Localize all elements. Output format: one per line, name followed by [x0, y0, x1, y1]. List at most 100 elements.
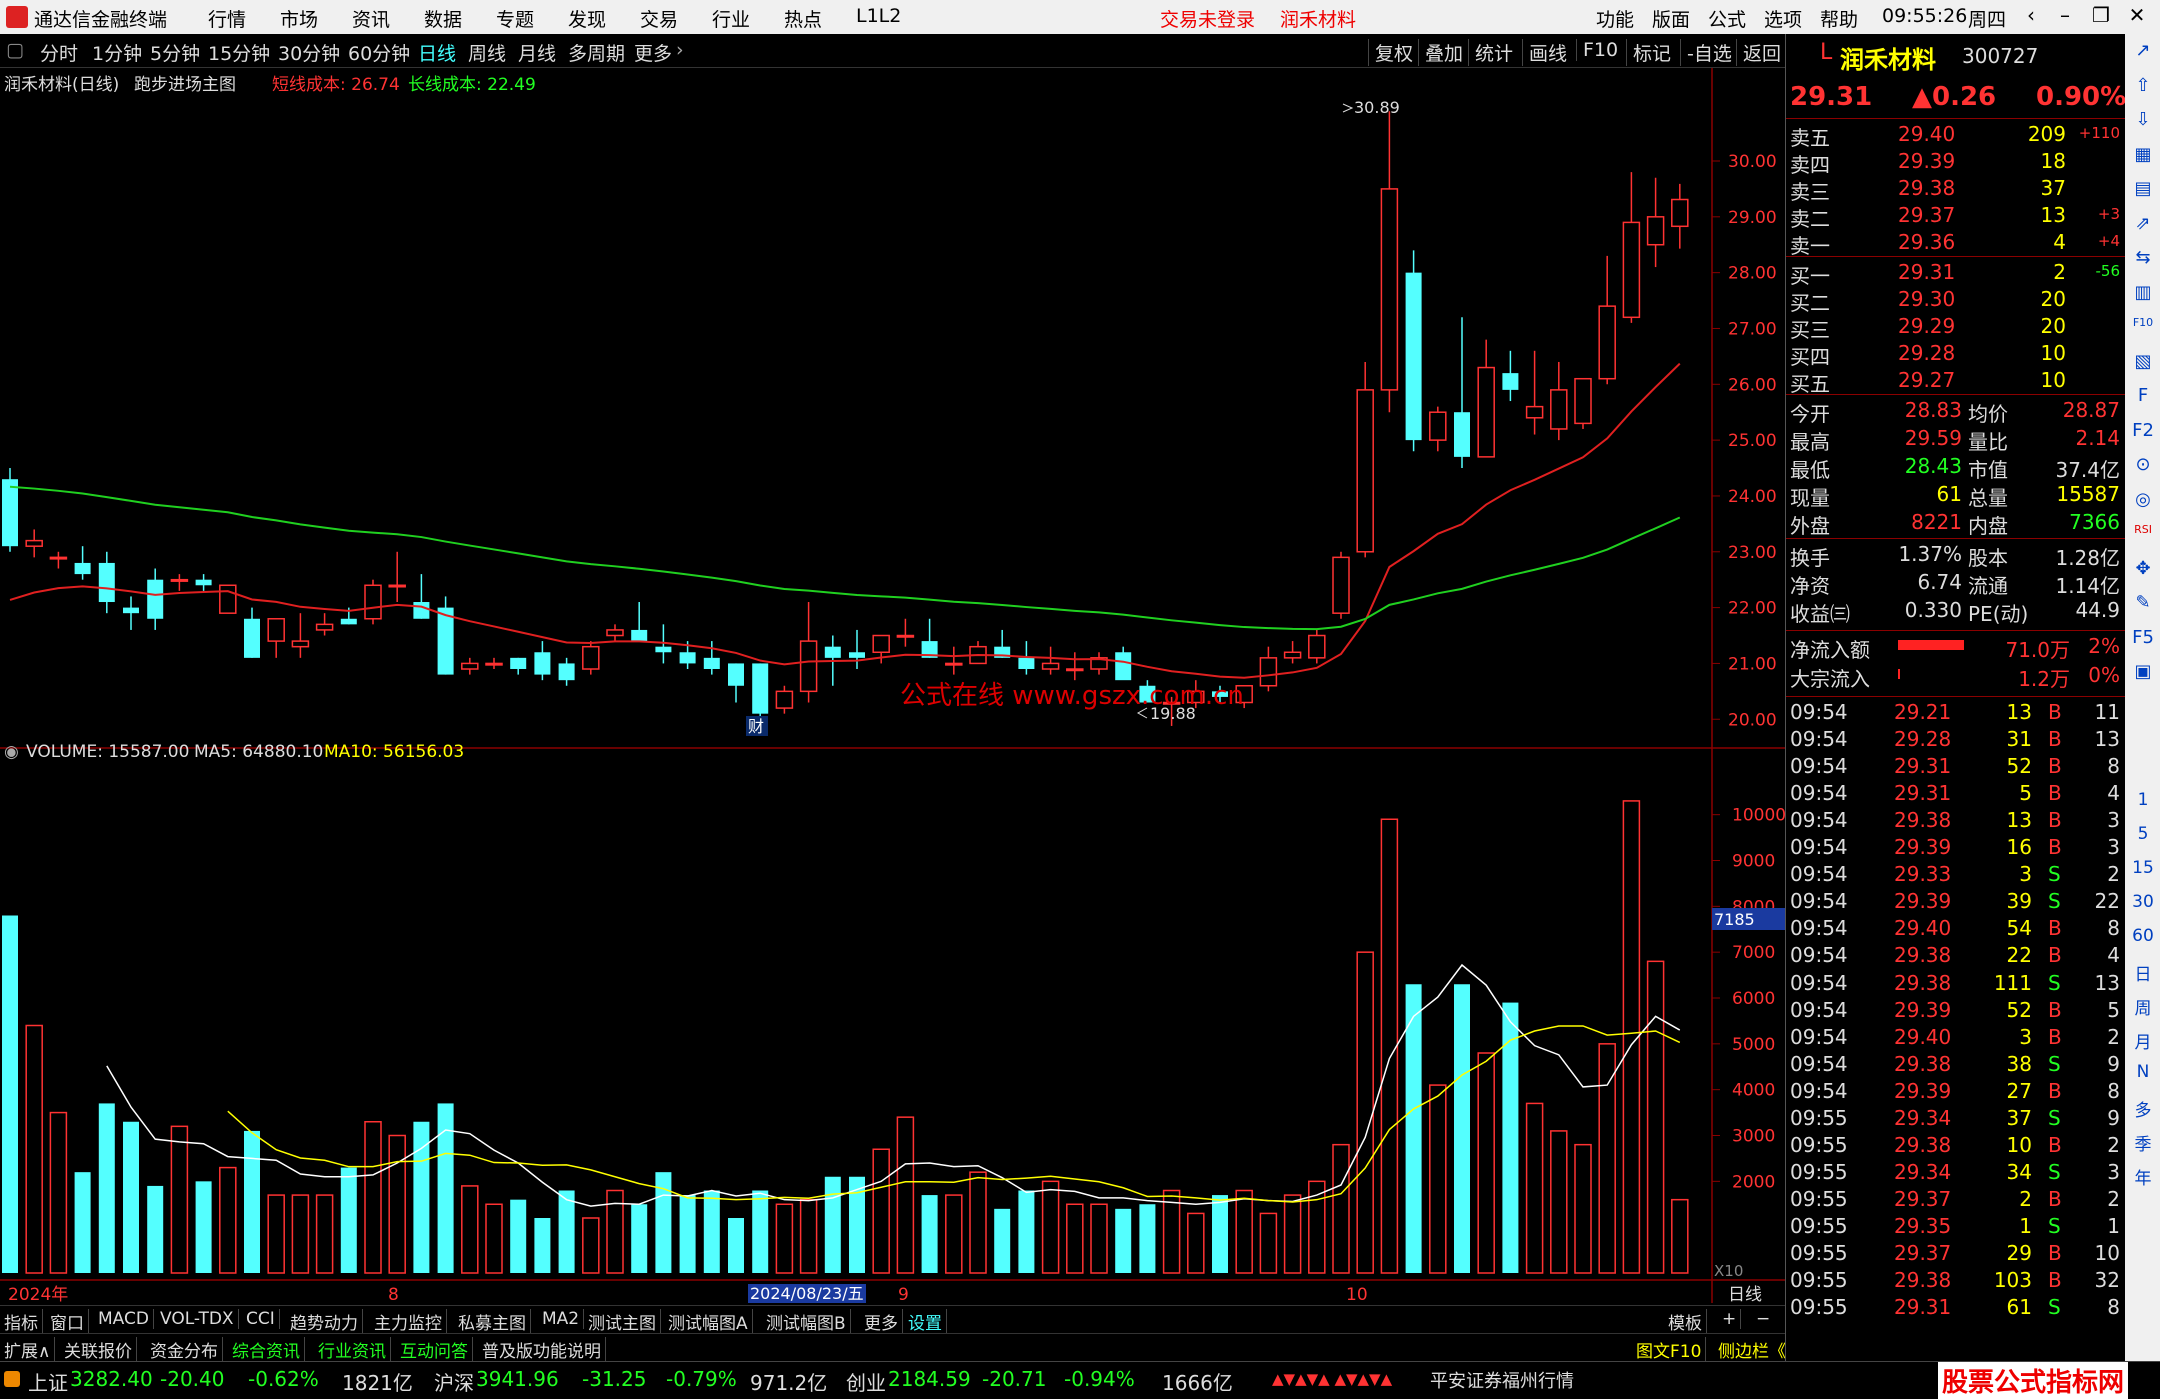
- f2-icon[interactable]: F2: [2131, 420, 2155, 441]
- zoom-in-button[interactable]: +: [1722, 1309, 1742, 1329]
- template-button[interactable]: 模板: [1668, 1309, 1707, 1334]
- period-monthly[interactable]: 月线: [518, 39, 556, 66]
- period-multi[interactable]: 多周期: [568, 39, 625, 66]
- bid-price[interactable]: 29.27: [1898, 368, 1955, 392]
- period-30min[interactable]: 30分钟: [278, 39, 340, 66]
- f10-icon[interactable]: F10: [2131, 316, 2155, 329]
- login-status[interactable]: 交易未登录: [1160, 5, 1255, 32]
- grid-icon[interactable]: ▦: [2131, 144, 2155, 165]
- bid-price[interactable]: 29.28: [1898, 341, 1955, 365]
- menu-zixun[interactable]: 资讯: [352, 5, 390, 32]
- info-tab[interactable]: 扩展∧: [4, 1337, 56, 1362]
- sidebar-period-7[interactable]: 月: [2131, 1028, 2155, 1053]
- info-tab[interactable]: 互动问答: [400, 1337, 473, 1362]
- indicator-tab[interactable]: 测试幅图B: [766, 1309, 851, 1334]
- sidebar-period-6[interactable]: 周: [2131, 994, 2155, 1019]
- move-icon[interactable]: ✥: [2131, 558, 2155, 579]
- period-daily[interactable]: 日线: [418, 39, 456, 66]
- back-icon[interactable]: ‹: [2016, 3, 2046, 31]
- btn-f10[interactable]: F10: [1576, 39, 1618, 61]
- menu-zhuanti[interactable]: 专题: [496, 5, 534, 32]
- btn-biaoji[interactable]: 标记: [1626, 39, 1671, 66]
- btn-fanhui[interactable]: 返回: [1736, 39, 1781, 66]
- box-icon[interactable]: ▣: [2131, 661, 2155, 682]
- menu-faxian[interactable]: 发现: [568, 5, 606, 32]
- ask-price[interactable]: 29.38: [1898, 176, 1955, 200]
- indicator-tab[interactable]: 主力监控: [374, 1309, 447, 1334]
- volume-collapse-icon[interactable]: ◉: [4, 742, 19, 762]
- collapse-icon[interactable]: ▢: [6, 39, 24, 61]
- side-tab[interactable]: 图文F10: [1636, 1337, 1707, 1362]
- indicator-tab[interactable]: MACD: [98, 1309, 154, 1329]
- trend-icon[interactable]: ⇗: [2131, 213, 2155, 234]
- minimize-icon[interactable]: –: [2050, 3, 2080, 31]
- info-tab[interactable]: 普及版功能说明: [482, 1337, 606, 1362]
- period-weekly[interactable]: 周线: [468, 39, 506, 66]
- indicator-tab[interactable]: VOL-TDX: [160, 1309, 239, 1329]
- menu-gongneng[interactable]: 功能: [1596, 5, 1634, 32]
- rsi-icon[interactable]: RSI: [2131, 523, 2155, 536]
- info-tab[interactable]: 行业资讯: [318, 1337, 391, 1362]
- index-name[interactable]: 沪深: [434, 1367, 474, 1396]
- indicator-tab[interactable]: 测试幅图A: [668, 1309, 753, 1334]
- pin-icon[interactable]: ↗: [2131, 40, 2155, 61]
- menu-banmian[interactable]: 版面: [1652, 5, 1690, 32]
- close-icon[interactable]: ✕: [2122, 3, 2152, 31]
- menu-shichang[interactable]: 市场: [280, 5, 318, 32]
- menu-jiaoyi[interactable]: 交易: [640, 5, 678, 32]
- table-icon[interactable]: ▥: [2131, 282, 2155, 303]
- indicator-tab[interactable]: 趋势动力: [290, 1309, 363, 1334]
- f-icon[interactable]: F: [2131, 385, 2155, 406]
- btn-zixuan[interactable]: -自选: [1680, 39, 1732, 66]
- menu-hangqing[interactable]: 行情: [208, 5, 246, 32]
- btn-huaxian[interactable]: 画线: [1522, 39, 1567, 66]
- chevron-right-icon[interactable]: ›: [676, 39, 684, 61]
- index-menu-icon[interactable]: [4, 1371, 20, 1387]
- zoom-out-button[interactable]: −: [1756, 1309, 1774, 1329]
- indicator-tab[interactable]: 更多: [864, 1309, 903, 1334]
- menu-bangzhu[interactable]: 帮助: [1820, 5, 1858, 32]
- menu-hangye[interactable]: 行业: [712, 5, 750, 32]
- ask-price[interactable]: 29.37: [1898, 203, 1955, 227]
- info-tab[interactable]: 关联报价: [64, 1337, 137, 1362]
- sidebar-period-4[interactable]: 60: [2131, 926, 2155, 946]
- sidebar-period-8[interactable]: N: [2131, 1062, 2155, 1082]
- ask-price[interactable]: 29.39: [1898, 149, 1955, 173]
- indicator-tab[interactable]: 窗口: [50, 1309, 89, 1334]
- sidebar-period-10[interactable]: 季: [2131, 1130, 2155, 1155]
- period-15min[interactable]: 15分钟: [208, 39, 270, 66]
- period-fenshi[interactable]: 分时: [40, 39, 78, 66]
- menu-redian[interactable]: 热点: [784, 5, 822, 32]
- bid-price[interactable]: 29.30: [1898, 287, 1955, 311]
- ask-price[interactable]: 29.40: [1898, 122, 1955, 146]
- down-icon[interactable]: ⇩: [2131, 109, 2155, 130]
- restore-icon[interactable]: ❐: [2086, 3, 2116, 31]
- btn-diejia[interactable]: 叠加: [1418, 39, 1463, 66]
- circle-icon[interactable]: ⊙: [2131, 454, 2155, 475]
- ask-price[interactable]: 29.36: [1898, 230, 1955, 254]
- f5-icon[interactable]: F5: [2131, 627, 2155, 648]
- up-icon[interactable]: ⇧: [2131, 75, 2155, 96]
- bid-price[interactable]: 29.31: [1898, 260, 1955, 284]
- sidebar-period-9[interactable]: 多: [2131, 1096, 2155, 1121]
- indicator-tab[interactable]: 指标: [4, 1309, 43, 1334]
- indicator-tab[interactable]: CCI: [246, 1309, 280, 1329]
- menu-shuju[interactable]: 数据: [424, 5, 462, 32]
- sidebar-period-0[interactable]: 1: [2131, 790, 2155, 810]
- target-icon[interactable]: ◎: [2131, 489, 2155, 510]
- sidebar-period-1[interactable]: 5: [2131, 824, 2155, 844]
- period-60min[interactable]: 60分钟: [348, 39, 410, 66]
- sidebar-period-5[interactable]: 日: [2131, 960, 2155, 985]
- period-1min[interactable]: 1分钟: [92, 39, 142, 66]
- period-more[interactable]: 更多: [634, 39, 672, 66]
- indicator-tab[interactable]: 测试主图: [588, 1309, 661, 1334]
- btn-fuquan[interactable]: 复权: [1368, 39, 1413, 66]
- doc-icon[interactable]: ▧: [2131, 351, 2155, 372]
- list-icon[interactable]: ▤: [2131, 178, 2155, 199]
- index-name[interactable]: 上证: [28, 1367, 68, 1396]
- exchange-icon[interactable]: ⇆: [2131, 247, 2155, 268]
- btn-tongji[interactable]: 统计: [1468, 39, 1513, 66]
- kline-chart[interactable]: 30.00 29.00 28.00 27.00 26.00 25.00 24.00 23.00…: [0, 68, 1785, 1303]
- period-5min[interactable]: 5分钟: [150, 39, 200, 66]
- side-tab[interactable]: 侧边栏《: [1718, 1337, 1791, 1362]
